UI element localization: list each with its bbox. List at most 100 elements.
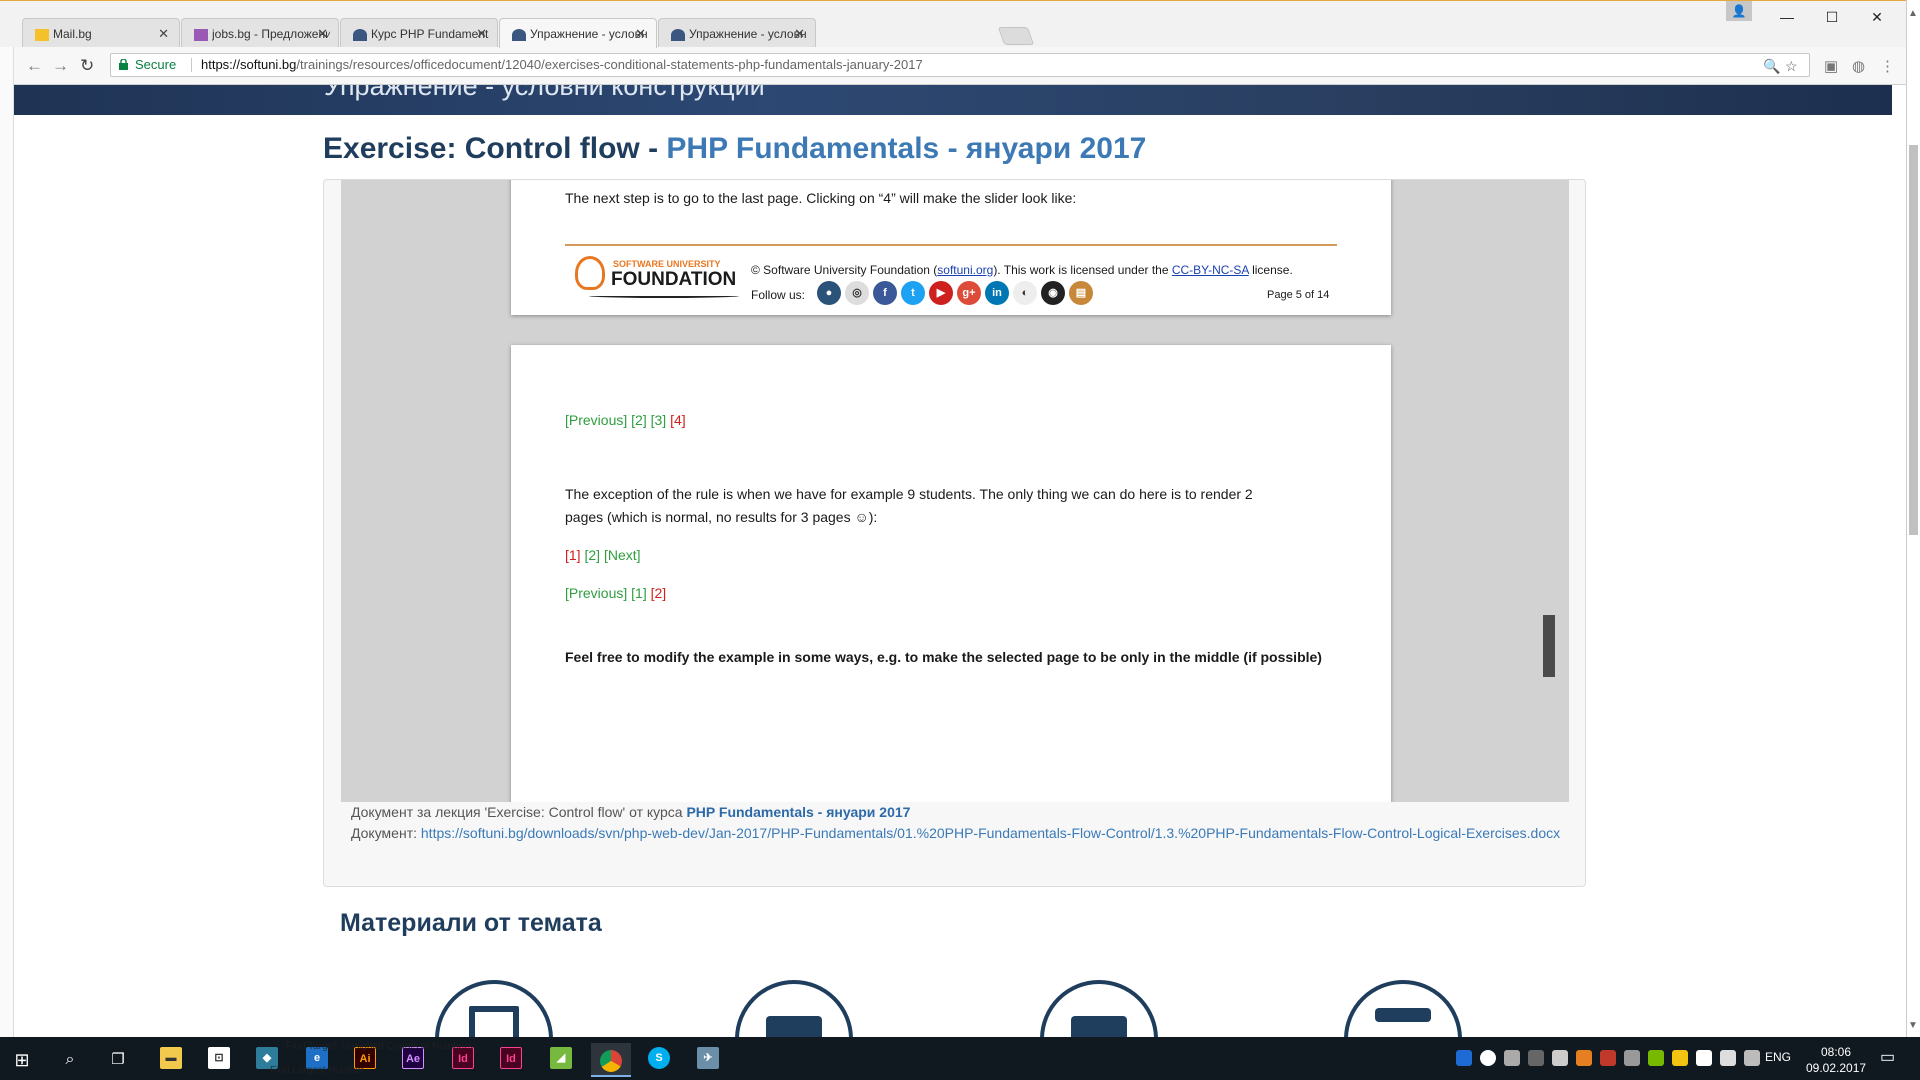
clock-time: 08:06 <box>1820 1045 1852 1059</box>
close-tab-icon[interactable]: ✕ <box>635 26 646 42</box>
copyright-prefix: © Software University Foundation ( <box>751 263 938 277</box>
forum-social-icon[interactable]: ◎ <box>845 281 869 305</box>
close-window-button[interactable]: ✕ <box>1857 5 1897 29</box>
tab-mail-bg[interactable]: Mail.bg ✕ <box>22 18 180 48</box>
tab-label: Упражнение - условни <box>530 27 648 41</box>
address-bar[interactable]: Secure https://softuni.bg/trainings/reso… <box>110 53 1810 77</box>
caption-prefix: Документ за лекция 'Exercise: Control fl… <box>351 804 687 820</box>
tray-app-icon[interactable] <box>1624 1050 1640 1066</box>
viewer-scrollbar-thumb[interactable] <box>1543 615 1555 677</box>
document-page-6: [Previous] [2] [3] [4] The exception of … <box>511 345 1391 802</box>
document-viewer[interactable]: The next step is to go to the last page.… <box>341 180 1569 802</box>
back-arrow-icon[interactable]: ← <box>26 56 43 76</box>
tray-app-icon[interactable] <box>1504 1050 1520 1066</box>
file-explorer-icon[interactable]: ▬ <box>160 1047 182 1069</box>
bookmark-star-icon[interactable]: ☆ <box>1785 55 1798 77</box>
document-panel: The next step is to go to the last page.… <box>323 179 1586 887</box>
overlay-text-3: Unsigned Counts of Numbers <box>341 1041 473 1052</box>
windows-start-icon[interactable]: ⊞ <box>2 1043 42 1077</box>
page-scrollbar[interactable]: ▲ ▼ <box>1906 0 1920 1037</box>
reload-icon[interactable]: ↻ <box>80 56 94 76</box>
notification-center-icon[interactable]: ▭ <box>1880 1047 1895 1067</box>
language-indicator[interactable]: ENG <box>1765 1050 1791 1064</box>
material-archive-icon[interactable] <box>1344 980 1462 1037</box>
nvidia-icon[interactable] <box>1648 1050 1664 1066</box>
page-number: Page 5 of 14 <box>1267 289 1330 301</box>
tray-app-icon[interactable] <box>1552 1050 1568 1066</box>
twitter-icon[interactable]: t <box>901 281 925 305</box>
tray-app-icon[interactable] <box>1696 1050 1712 1066</box>
volume-icon[interactable] <box>1744 1050 1760 1066</box>
url-host: https://softuni.bg <box>201 57 297 72</box>
scroll-down-arrow-icon[interactable]: ▼ <box>1908 1020 1918 1031</box>
profile-icon[interactable]: 👤 <box>1726 1 1752 21</box>
hero-title: Упражнение - условни конструкции <box>324 85 765 101</box>
close-tab-icon[interactable]: ✕ <box>317 26 328 42</box>
youtube-icon[interactable]: ▶ <box>929 281 953 305</box>
copyright-notice: © Software University Foundation (softun… <box>751 263 1293 277</box>
scroll-up-arrow-icon[interactable]: ▲ <box>1908 8 1918 19</box>
tab-php-fundamentals-course[interactable]: Курс PHP Fundamentals ✕ <box>340 18 498 48</box>
clock[interactable]: 08:06 09.02.2017 <box>1806 1044 1866 1076</box>
close-tab-icon[interactable]: ✕ <box>158 26 169 42</box>
google-plus-icon[interactable]: g+ <box>957 281 981 305</box>
nav-page-1: [1] <box>631 585 647 601</box>
menu-kebab-icon[interactable]: ⋮ <box>1880 57 1895 75</box>
url-text[interactable]: https://softuni.bg/trainings/resources/o… <box>201 54 923 76</box>
web-page: Упражнение - условни конструкции Exercis… <box>14 85 1892 1037</box>
softuni-favicon-icon <box>512 29 526 41</box>
maximize-button[interactable]: ☐ <box>1812 5 1852 29</box>
document-text-line: pages (which is normal, no results for 3… <box>565 509 878 525</box>
github-icon[interactable]: ◉ <box>1041 281 1065 305</box>
chrome-taskbar-button[interactable] <box>591 1043 631 1077</box>
document-download-link[interactable]: https://softuni.bg/downloads/svn/php-web… <box>421 825 1560 841</box>
softuni-social-icon[interactable]: ● <box>817 281 841 305</box>
extension-icon[interactable]: ◍ <box>1852 57 1865 75</box>
network-icon[interactable] <box>1720 1050 1736 1066</box>
new-tab-button[interactable] <box>997 27 1035 45</box>
document-caption: Документ за лекция 'Exercise: Control fl… <box>351 802 1566 844</box>
material-document-icon[interactable] <box>435 980 553 1037</box>
logo-swoosh <box>589 294 739 298</box>
blog-icon[interactable]: ▤ <box>1069 281 1093 305</box>
app-icon[interactable]: ✈ <box>697 1047 719 1069</box>
title-course-link[interactable]: PHP Fundamentals - януари 2017 <box>666 132 1146 165</box>
close-tab-icon[interactable]: ✕ <box>794 26 805 42</box>
indesign-icon[interactable]: Id <box>500 1047 522 1069</box>
extension-icon[interactable]: ▣ <box>1824 57 1838 75</box>
materials-section-title: Материали от темата <box>340 909 602 937</box>
caption-course-link[interactable]: PHP Fundamentals - януари 2017 <box>686 804 910 820</box>
tab-exercise-2[interactable]: Упражнение - условни ✕ <box>658 18 816 48</box>
slideshare-icon[interactable]: ◐ <box>1013 281 1037 305</box>
softuni-org-link[interactable]: softuni.org <box>937 263 993 277</box>
tray-app-icon[interactable] <box>1672 1050 1688 1066</box>
tray-app-icon[interactable] <box>1576 1050 1592 1066</box>
minimize-button[interactable]: — <box>1767 5 1807 29</box>
tab-exercise-active[interactable]: Упражнение - условни ✕ <box>499 18 657 48</box>
store-icon[interactable]: ⊡ <box>208 1047 230 1069</box>
linkedin-icon[interactable]: in <box>985 281 1009 305</box>
facebook-icon[interactable]: f <box>873 281 897 305</box>
softuni-favicon-icon <box>671 29 685 41</box>
shield-icon[interactable] <box>1528 1050 1544 1066</box>
close-tab-icon[interactable]: ✕ <box>476 26 487 42</box>
license-link[interactable]: CC-BY-NC-SA <box>1172 263 1249 277</box>
footer-divider <box>565 244 1337 246</box>
forward-arrow-icon[interactable]: → <box>52 56 69 76</box>
material-video-icon[interactable] <box>735 980 853 1037</box>
tray-app-icon[interactable] <box>1600 1050 1616 1066</box>
app-icon[interactable]: ◢ <box>550 1047 572 1069</box>
material-video-icon[interactable] <box>1040 980 1158 1037</box>
copyright-middle: ). This work is licensed under the <box>993 263 1172 277</box>
nav-page-2-selected: [2] <box>650 585 667 601</box>
skype-icon[interactable]: S <box>648 1047 670 1069</box>
softuni-favicon-icon <box>353 29 367 41</box>
tray-app-icon[interactable] <box>1456 1050 1472 1066</box>
software-university-foundation-logo: SOFTWARE UNIVERSITY FOUNDATION <box>575 252 740 304</box>
tray-app-icon[interactable] <box>1480 1050 1496 1066</box>
search-icon[interactable]: ⌕ <box>50 1043 90 1077</box>
zoom-icon[interactable]: 🔍 <box>1763 55 1780 77</box>
scrollbar-thumb[interactable] <box>1909 145 1918 535</box>
tab-jobs-bg[interactable]: jobs.bg - Предложения ✕ <box>181 18 339 48</box>
task-view-icon[interactable]: ❐ <box>98 1043 138 1077</box>
